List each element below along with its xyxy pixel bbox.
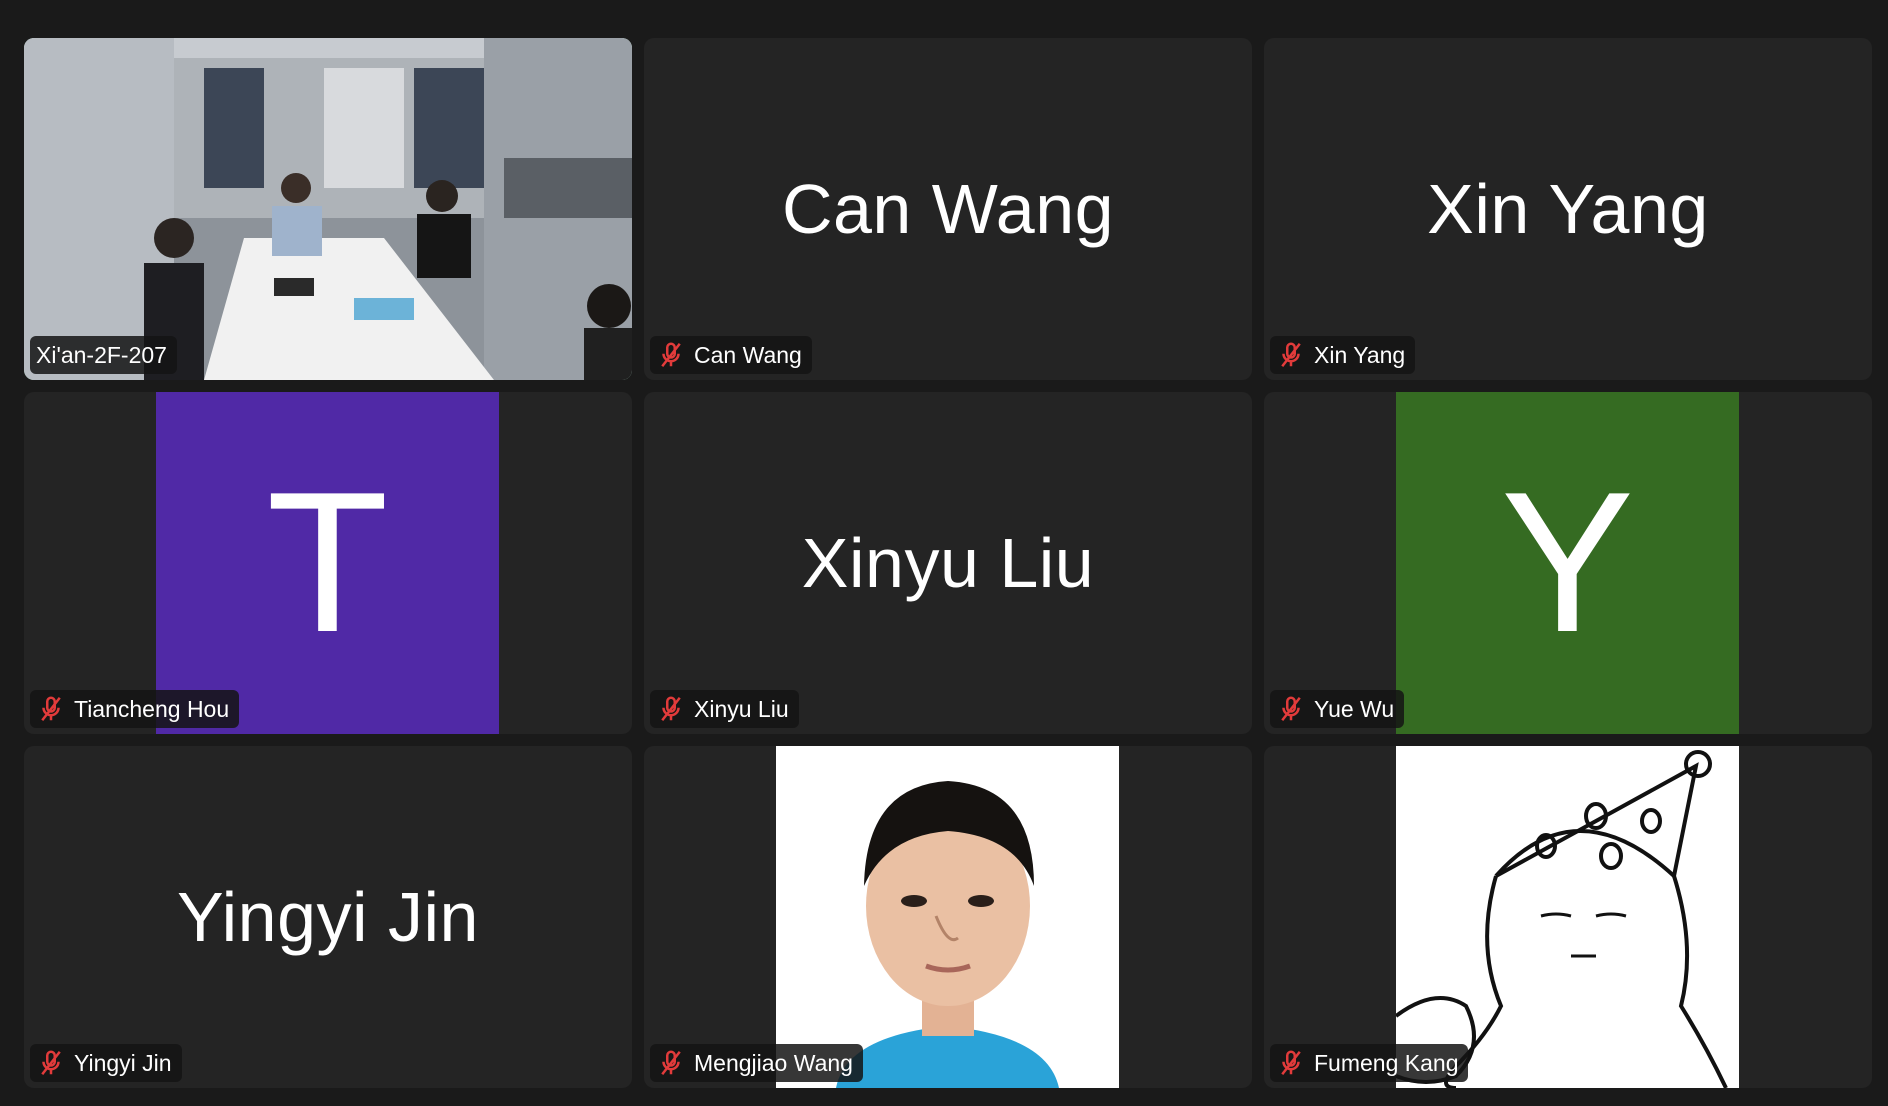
- gallery-view: Xi'an-2F-207 Can Wang Can Wang Xin Yang: [0, 0, 1888, 1106]
- room-video-feed: [24, 38, 632, 380]
- participant-name: Xin Yang: [1314, 341, 1406, 368]
- participant-name-tag: Fumeng Kang: [1270, 1044, 1469, 1082]
- microphone-muted-icon: [1281, 1050, 1301, 1076]
- participant-tile-xian-2f-207[interactable]: Xi'an-2F-207: [24, 38, 632, 380]
- party-hat-doodle-image: [1396, 746, 1739, 1088]
- microphone-muted-icon: [661, 1050, 681, 1076]
- participant-name: Fumeng Kang: [1314, 1049, 1459, 1076]
- participant-tile-yue-wu[interactable]: Y Yue Wu: [1264, 392, 1872, 734]
- participant-display-name: Xin Yang: [1427, 170, 1709, 248]
- participant-name: Xinyu Liu: [694, 695, 789, 722]
- participant-name-tag: Xin Yang: [1270, 336, 1416, 374]
- microphone-muted-icon: [661, 696, 681, 722]
- avatar-letter: Y: [1500, 451, 1635, 674]
- participant-name-tag: Can Wang: [650, 336, 812, 374]
- participant-name-tag: Yue Wu: [1270, 690, 1405, 728]
- participant-name-tag: Xinyu Liu: [650, 690, 799, 728]
- participant-tile-fumeng-kang[interactable]: Fumeng Kang: [1264, 746, 1872, 1088]
- participant-name: Can Wang: [694, 341, 802, 368]
- participant-tile-xinyu-liu[interactable]: Xinyu Liu Xinyu Liu: [644, 392, 1252, 734]
- microphone-muted-icon: [1281, 696, 1301, 722]
- microphone-muted-icon: [661, 342, 681, 368]
- participant-name-tag: Xi'an-2F-207: [30, 336, 177, 374]
- microphone-muted-icon: [1281, 342, 1301, 368]
- participant-name-tag: Yingyi Jin: [30, 1044, 182, 1082]
- avatar: Y: [1396, 392, 1739, 734]
- participant-name: Xi'an-2F-207: [36, 341, 167, 368]
- microphone-muted-icon: [41, 696, 61, 722]
- profile-drawing: [1396, 746, 1739, 1088]
- participant-display-name: Xinyu Liu: [801, 524, 1095, 602]
- participant-name: Mengjiao Wang: [694, 1049, 853, 1076]
- participant-name: Yue Wu: [1314, 695, 1395, 722]
- participant-tile-can-wang[interactable]: Can Wang Can Wang: [644, 38, 1252, 380]
- microphone-muted-icon: [41, 1050, 61, 1076]
- participant-name: Tiancheng Hou: [74, 695, 230, 722]
- profile-photo: [776, 746, 1119, 1088]
- participant-tile-tiancheng-hou[interactable]: T Tiancheng Hou: [24, 392, 632, 734]
- participant-name-tag: Mengjiao Wang: [650, 1044, 863, 1082]
- avatar-letter: T: [266, 451, 389, 674]
- person-portrait-image: [776, 746, 1119, 1088]
- participant-tile-yingyi-jin[interactable]: Yingyi Jin Yingyi Jin: [24, 746, 632, 1088]
- participant-name: Yingyi Jin: [74, 1049, 172, 1076]
- participant-name-tag: Tiancheng Hou: [30, 690, 240, 728]
- participant-tile-mengjiao-wang[interactable]: Mengjiao Wang: [644, 746, 1252, 1088]
- participant-display-name: Can Wang: [781, 170, 1115, 248]
- participant-tile-xin-yang[interactable]: Xin Yang Xin Yang: [1264, 38, 1872, 380]
- participant-display-name: Yingyi Jin: [177, 878, 479, 956]
- avatar: T: [156, 392, 499, 734]
